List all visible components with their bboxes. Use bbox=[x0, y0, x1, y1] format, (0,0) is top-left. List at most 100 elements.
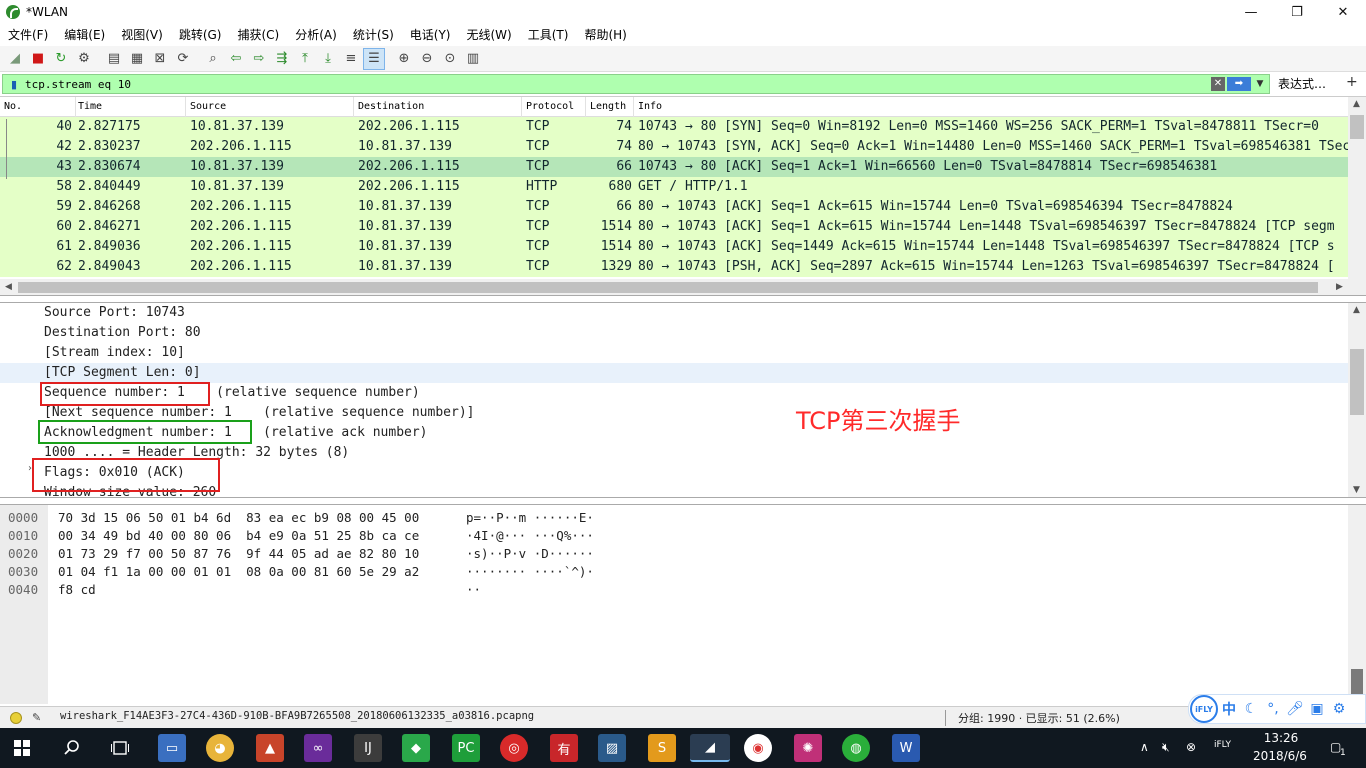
go-last-icon[interactable]: ⤓ bbox=[317, 48, 339, 70]
task-view-icon[interactable] bbox=[106, 734, 134, 762]
byte-hex[interactable]: 01 73 29 f7 00 50 87 76 9f 44 05 ad ae 8… bbox=[58, 545, 419, 563]
scroll-right-icon[interactable]: ▶ bbox=[1336, 282, 1343, 292]
byte-hex[interactable]: 70 3d 15 06 50 01 b4 6d 83 ea ec b9 08 0… bbox=[58, 509, 419, 527]
byte-ascii[interactable]: ········ ····`^)· bbox=[466, 563, 594, 581]
packet-row[interactable]: 62 2.849043 202.206.1.115 10.81.37.139 TCP 13… bbox=[0, 257, 1348, 277]
capture-comment-icon[interactable]: ✎ bbox=[32, 711, 41, 724]
image-app-icon[interactable]: ✺ bbox=[794, 734, 822, 762]
microphone-icon[interactable]: 🎤︎ bbox=[1284, 701, 1306, 717]
scroll-up-icon[interactable]: ▲ bbox=[1353, 99, 1360, 109]
byte-ascii[interactable]: ·4I·@··· ···Q%··· bbox=[466, 527, 594, 545]
menu-item-7[interactable]: 电话(Y) bbox=[402, 24, 459, 46]
apply-filter-icon[interactable]: ➡ bbox=[1227, 77, 1251, 91]
punctuation-icon[interactable]: °, bbox=[1262, 701, 1284, 717]
menu-item-6[interactable]: 统计(S) bbox=[345, 24, 402, 46]
scroll-left-icon[interactable]: ◀ bbox=[5, 282, 12, 292]
find-packet-icon[interactable]: ⌕ bbox=[202, 48, 224, 70]
resize-columns-icon[interactable]: ▥ bbox=[462, 48, 484, 70]
packet-row[interactable]: 61 2.849036 202.206.1.115 10.81.37.139 TCP 15… bbox=[0, 237, 1348, 257]
search-icon[interactable] bbox=[58, 734, 86, 762]
details-vertical-scrollbar[interactable]: ▲ ▼ bbox=[1348, 303, 1366, 497]
netease-music-icon[interactable]: ◎ bbox=[500, 734, 528, 762]
skin-icon[interactable]: ▣ bbox=[1306, 701, 1328, 717]
word-icon[interactable]: W bbox=[892, 734, 920, 762]
expert-info-icon[interactable] bbox=[10, 712, 22, 724]
green-app-icon[interactable]: ◆ bbox=[402, 734, 430, 762]
detail-line[interactable]: Destination Port: 80 bbox=[44, 323, 201, 343]
settings-gear-icon[interactable]: ⚙ bbox=[1328, 701, 1350, 717]
minimize-button[interactable]: — bbox=[1228, 0, 1274, 24]
reload-file-icon[interactable]: ⟳ bbox=[172, 48, 194, 70]
add-filter-button[interactable]: + bbox=[1346, 74, 1358, 90]
taskbar-clock-time[interactable]: 13:26 bbox=[1256, 731, 1306, 745]
display-filter-input[interactable] bbox=[25, 77, 1175, 91]
menu-item-5[interactable]: 分析(A) bbox=[287, 24, 345, 46]
matlab-icon[interactable]: ▲ bbox=[256, 734, 284, 762]
network-disconnected-icon[interactable]: ⊗ bbox=[1186, 740, 1196, 754]
clear-filter-icon[interactable]: ✕ bbox=[1211, 77, 1225, 91]
detail-line[interactable]: [Stream index: 10] bbox=[44, 343, 185, 363]
byte-hex[interactable]: 01 04 f1 1a 00 00 01 01 08 0a 00 81 60 5… bbox=[58, 563, 419, 581]
packet-list-vertical-scrollbar[interactable]: ▲ bbox=[1348, 97, 1366, 279]
stop-capture-icon[interactable]: ■ bbox=[27, 48, 49, 70]
colorize-icon[interactable]: ☰ bbox=[363, 47, 385, 70]
taskbar-clock-date[interactable]: 2018/6/6 bbox=[1248, 749, 1312, 763]
column-header-destination[interactable]: Destination bbox=[354, 97, 522, 117]
zoom-out-icon[interactable]: ⊖ bbox=[416, 48, 438, 70]
scroll-down-icon[interactable]: ▼ bbox=[1353, 485, 1360, 495]
capture-options-icon[interactable]: ⚙ bbox=[73, 48, 95, 70]
display-filter-field[interactable]: ▮ ✕ ➡ ▼ bbox=[2, 74, 1270, 94]
open-file-icon[interactable]: ▤ bbox=[103, 48, 125, 70]
scroll-thumb[interactable] bbox=[1350, 115, 1364, 139]
packet-row[interactable]: 42 2.830237 202.206.1.115 10.81.37.139 TCP 74… bbox=[0, 137, 1348, 157]
scroll-up-icon[interactable]: ▲ bbox=[1353, 305, 1360, 315]
sql-server-icon[interactable]: ▨ bbox=[598, 734, 626, 762]
column-header-source[interactable]: Source bbox=[186, 97, 354, 117]
auto-scroll-icon[interactable]: ≡ bbox=[340, 48, 362, 70]
volume-muted-icon[interactable]: 🔇︎ bbox=[1162, 740, 1170, 755]
ime-mode-chinese[interactable]: 中 bbox=[1218, 699, 1240, 719]
menu-item-2[interactable]: 视图(V) bbox=[113, 24, 171, 46]
menu-item-1[interactable]: 编辑(E) bbox=[56, 24, 113, 46]
youdao-dict-icon[interactable]: 有 bbox=[550, 734, 578, 762]
packet-row[interactable]: 58 2.840449 10.81.37.139 202.206.1.115 HTTP 6… bbox=[0, 177, 1348, 197]
file-explorer-icon[interactable]: ▭ bbox=[158, 734, 186, 762]
expression-button[interactable]: 表达式… bbox=[1278, 75, 1326, 92]
byte-hex[interactable]: 00 34 49 bd 40 00 80 06 b4 e9 0a 51 25 8… bbox=[58, 527, 419, 545]
close-file-icon[interactable]: ⊠ bbox=[149, 48, 171, 70]
chevron-up-icon[interactable]: ∧ bbox=[1140, 740, 1149, 754]
column-header-info[interactable]: Info bbox=[634, 97, 1348, 117]
column-header-time[interactable]: Time bbox=[74, 97, 186, 117]
menu-item-4[interactable]: 捕获(C) bbox=[229, 24, 287, 46]
chrome-icon[interactable]: ◉ bbox=[744, 734, 772, 762]
menu-item-9[interactable]: 工具(T) bbox=[520, 24, 577, 46]
ifly-logo-icon[interactable]: iFLY bbox=[1190, 695, 1218, 723]
sublime-text-icon[interactable]: S bbox=[648, 734, 676, 762]
column-header-no[interactable]: No. bbox=[0, 97, 76, 117]
wechat-icon[interactable]: ◍ bbox=[842, 734, 870, 762]
detail-line[interactable]: [TCP Segment Len: 0] bbox=[44, 363, 201, 383]
packet-row[interactable]: 59 2.846268 202.206.1.115 10.81.37.139 TCP 66… bbox=[0, 197, 1348, 217]
menu-item-3[interactable]: 跳转(G) bbox=[171, 24, 230, 46]
column-header-protocol[interactable]: Protocol bbox=[522, 97, 586, 117]
packet-row[interactable]: 60 2.846271 202.206.1.115 10.81.37.139 TCP 15… bbox=[0, 217, 1348, 237]
menu-item-0[interactable]: 文件(F) bbox=[0, 24, 56, 46]
restart-capture-icon[interactable]: ↻ bbox=[50, 48, 72, 70]
go-to-packet-icon[interactable]: ⇶ bbox=[271, 48, 293, 70]
scroll-thumb[interactable] bbox=[18, 282, 1318, 293]
close-button[interactable]: ✕ bbox=[1320, 0, 1366, 24]
windows-start-icon[interactable] bbox=[8, 734, 36, 762]
moon-icon[interactable]: ☾ bbox=[1240, 701, 1262, 717]
column-header-length[interactable]: Length bbox=[586, 97, 634, 117]
packet-row[interactable]: 40 2.827175 10.81.37.139 202.206.1.115 TCP 74… bbox=[0, 117, 1348, 137]
go-forward-icon[interactable]: ⇨ bbox=[248, 48, 270, 70]
chevron-down-icon[interactable]: ▼ bbox=[1253, 77, 1267, 91]
expand-arrow-icon[interactable]: › bbox=[28, 463, 32, 474]
menu-item-8[interactable]: 无线(W) bbox=[459, 24, 520, 46]
zoom-normal-icon[interactable]: ⊙ bbox=[439, 48, 461, 70]
pycharm-icon[interactable]: PC bbox=[452, 734, 480, 762]
bytes-vertical-scrollbar[interactable] bbox=[1348, 505, 1366, 704]
go-first-icon[interactable]: ⤒ bbox=[294, 48, 316, 70]
packet-row[interactable]: 43 2.830674 10.81.37.139 202.206.1.115 TCP 66… bbox=[0, 157, 1348, 177]
save-file-icon[interactable]: ▦ bbox=[126, 48, 148, 70]
